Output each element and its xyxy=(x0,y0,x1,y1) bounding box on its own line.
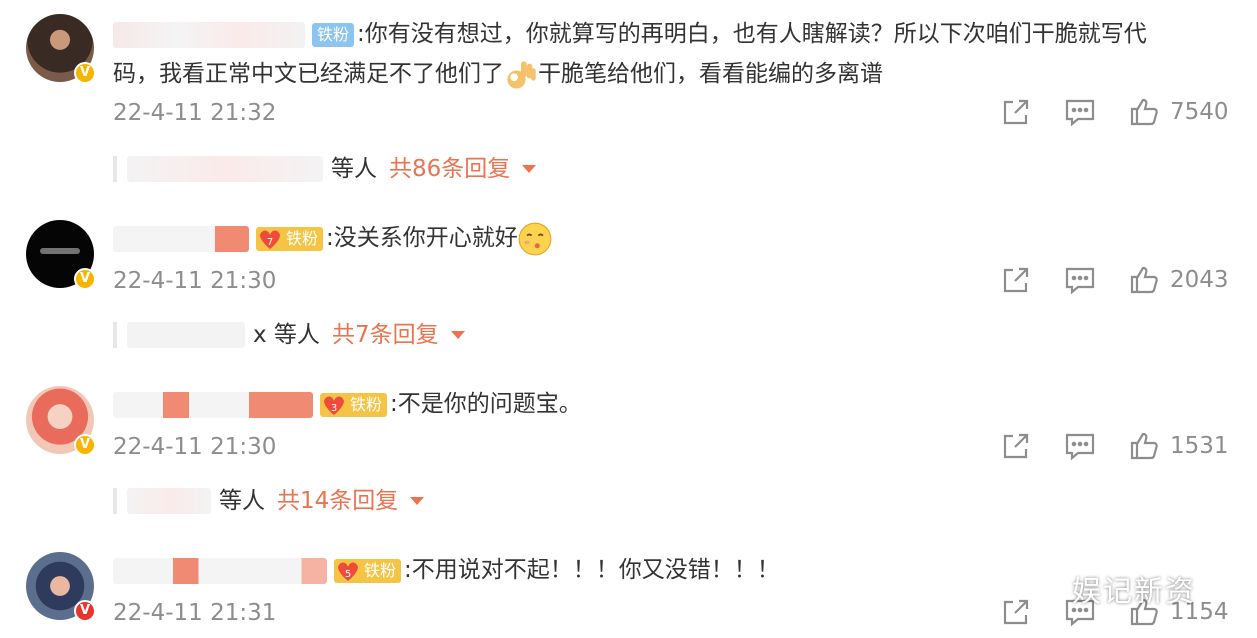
like-button[interactable]: 2043 xyxy=(1128,264,1229,296)
reply-summary[interactable]: 等人 共14条回复 xyxy=(113,484,425,518)
reply-summary[interactable]: 等人 共86条回复 xyxy=(113,152,537,186)
share-button[interactable] xyxy=(1000,96,1032,128)
comment-body: :不是你的问题宝。 xyxy=(390,391,582,417)
timestamp: 22-4-11 21:30 xyxy=(113,268,277,294)
comment-icon xyxy=(1065,433,1095,461)
timestamp: 22-4-11 21:30 xyxy=(113,434,277,460)
share-button[interactable] xyxy=(1000,430,1032,462)
fan-badge: 7 铁粉 xyxy=(256,226,324,251)
comment-text: 铁粉:你有没有想过，你就算写的再明白，也有人瞎解读？所以下次咱们干脆就写代 码，… xyxy=(113,14,1203,94)
reply-divider xyxy=(113,322,117,348)
avatar[interactable]: V xyxy=(26,552,96,622)
reply-divider xyxy=(113,156,117,182)
timestamp: 22-4-11 21:31 xyxy=(113,600,277,626)
comment-body-line2: 码，我看正常中文已经满足不了他们了 xyxy=(113,61,504,87)
kiss-emoji xyxy=(518,222,552,255)
comment-body: :不用说对不起！！！你又没错！！！ xyxy=(404,557,780,583)
svg-text:5: 5 xyxy=(345,569,351,580)
like-button[interactable]: 7540 xyxy=(1128,96,1229,128)
comment-body: :你有没有想过，你就算写的再明白，也有人瞎解读？所以下次咱们干脆就写代 xyxy=(357,21,1147,47)
like-button[interactable]: 1531 xyxy=(1128,430,1229,462)
like-icon xyxy=(1130,98,1158,126)
like-count: 1531 xyxy=(1170,433,1229,459)
fan-badge: 5 铁粉 xyxy=(334,558,402,583)
reply-username-blurred xyxy=(127,488,211,514)
ok-hand-emoji xyxy=(507,60,536,89)
verified-badge-icon: V xyxy=(74,62,96,84)
crown-icon: 5 xyxy=(338,562,358,581)
comment-button[interactable] xyxy=(1064,264,1096,296)
share-icon xyxy=(1003,433,1029,459)
reply-suffix: x 等人 xyxy=(253,322,320,348)
reply-suffix: 等人 xyxy=(219,488,265,514)
verified-badge-icon: V xyxy=(74,268,96,290)
verified-badge-icon: V xyxy=(74,434,96,456)
like-icon xyxy=(1130,432,1158,460)
crown-icon: 3 xyxy=(324,396,344,415)
comment-body-line2b: 干脆笔给他们，看看能编的多离谱 xyxy=(538,61,883,87)
reply-username-blurred xyxy=(127,322,245,348)
comment-text: 7 铁粉:没关系你开心就好 xyxy=(113,218,1203,258)
username-blurred[interactable] xyxy=(113,225,249,252)
comment-body: :没关系你开心就好 xyxy=(326,225,518,251)
view-replies-link[interactable]: 共14条回复 xyxy=(277,484,398,518)
expand-caret-icon[interactable] xyxy=(522,165,537,173)
comment-icon xyxy=(1065,99,1095,127)
like-icon xyxy=(1130,266,1158,294)
reply-username-blurred xyxy=(127,156,323,182)
crown-icon: 7 xyxy=(260,230,280,249)
comment-text: 5 铁粉:不用说对不起！！！你又没错！！！ xyxy=(113,550,1203,590)
share-icon xyxy=(1003,599,1029,625)
avatar[interactable]: V xyxy=(26,386,96,456)
fan-badge: 铁粉 xyxy=(312,22,355,47)
share-icon xyxy=(1003,99,1029,125)
like-count: 7540 xyxy=(1170,99,1229,125)
expand-caret-icon[interactable] xyxy=(410,497,425,505)
verified-badge-icon: V xyxy=(74,600,96,622)
view-replies-link[interactable]: 共7条回复 xyxy=(332,318,439,352)
svg-text:3: 3 xyxy=(331,403,337,414)
watermark: 娱记新资 xyxy=(1072,574,1197,608)
avatar[interactable]: V xyxy=(26,220,96,290)
comment-text: 3 铁粉:不是你的问题宝。 xyxy=(113,384,1203,424)
fan-badge: 3 铁粉 xyxy=(320,392,388,417)
avatar[interactable]: V xyxy=(26,14,96,84)
share-button[interactable] xyxy=(1000,596,1032,628)
expand-caret-icon[interactable] xyxy=(450,331,465,339)
comment-icon xyxy=(1065,267,1095,295)
share-icon xyxy=(1003,267,1029,293)
view-replies-link[interactable]: 共86条回复 xyxy=(389,152,510,186)
username-blurred[interactable] xyxy=(113,21,305,48)
username-blurred[interactable] xyxy=(113,557,327,584)
like-count: 2043 xyxy=(1170,267,1229,293)
comment-button[interactable] xyxy=(1064,96,1096,128)
timestamp: 22-4-11 21:32 xyxy=(113,100,277,126)
reply-suffix: 等人 xyxy=(331,156,377,182)
comment-button[interactable] xyxy=(1064,430,1096,462)
svg-text:7: 7 xyxy=(267,237,273,248)
share-button[interactable] xyxy=(1000,264,1032,296)
username-blurred[interactable] xyxy=(113,391,313,418)
reply-summary[interactable]: x 等人 共7条回复 xyxy=(113,318,465,352)
reply-divider xyxy=(113,488,117,514)
